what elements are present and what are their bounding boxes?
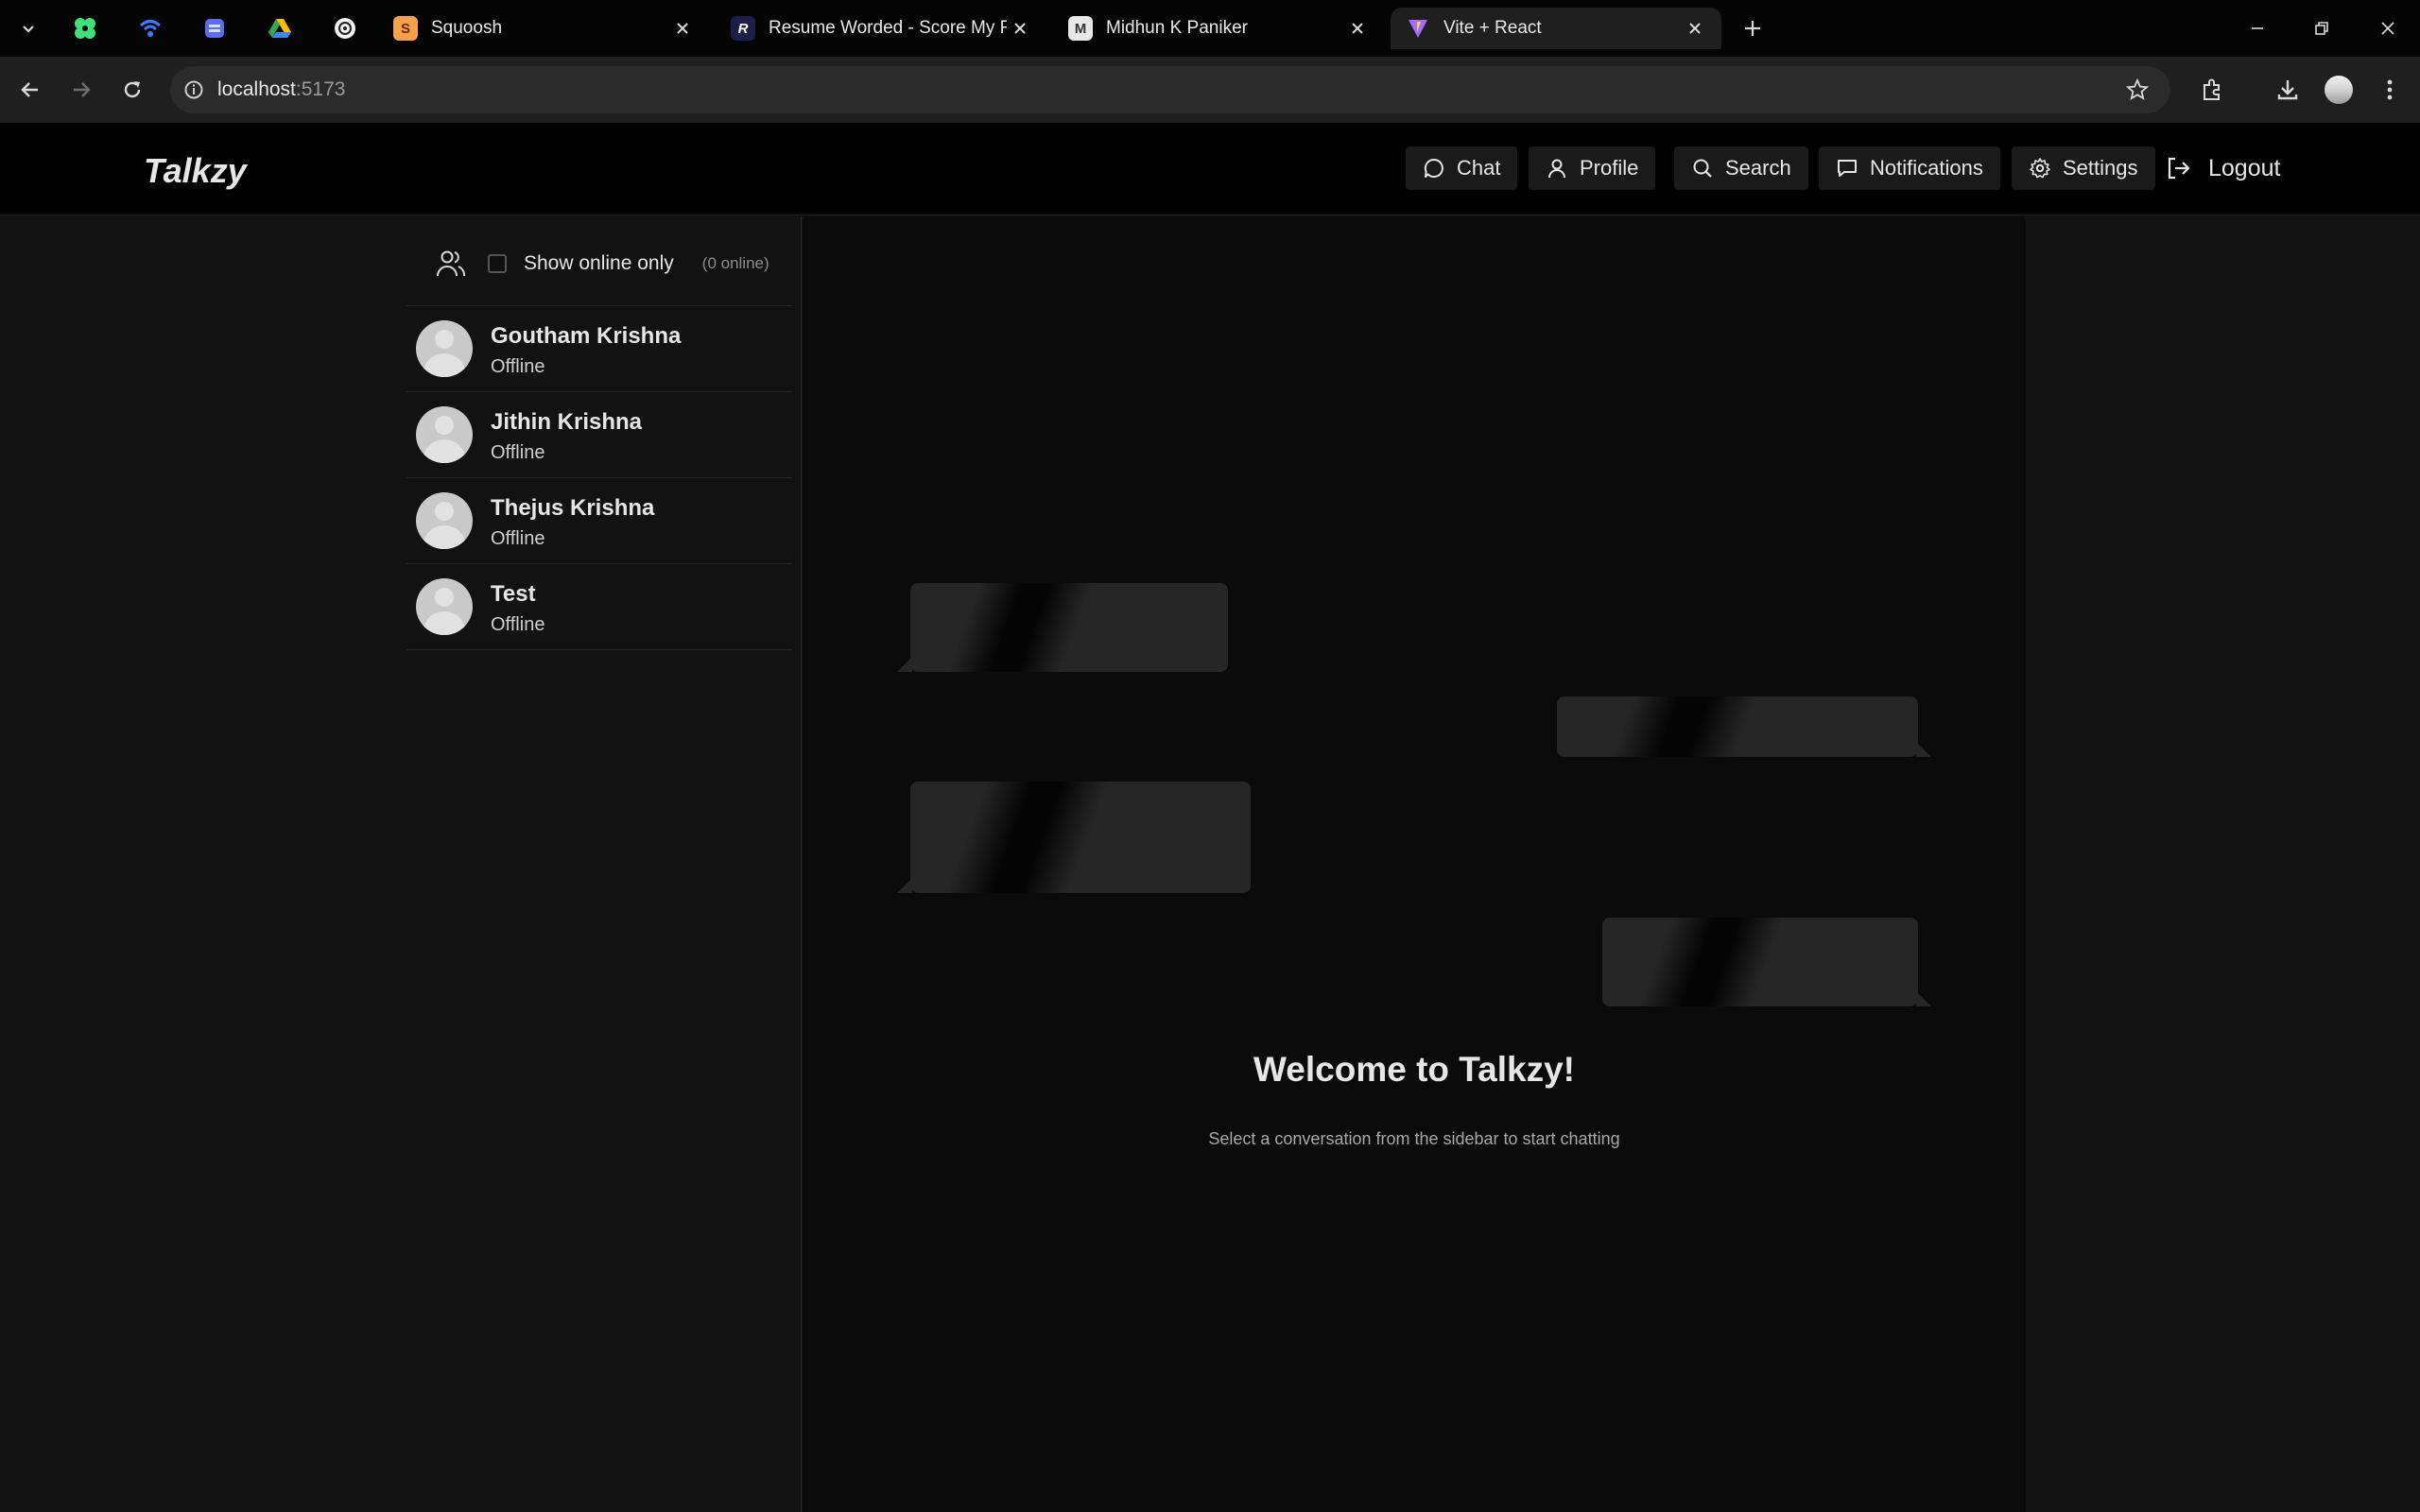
profile-avatar[interactable] <box>2320 71 2358 109</box>
profile-avatar-icon: M <box>1068 16 1093 41</box>
welcome-subtitle: Select a conversation from the sidebar t… <box>1208 1129 1620 1148</box>
gear-icon <box>2030 158 2050 179</box>
close-window-icon[interactable] <box>2361 8 2414 49</box>
close-icon[interactable] <box>1007 15 1033 42</box>
figma-icon[interactable] <box>68 11 102 45</box>
welcome-title: Welcome to Talkzy! <box>1253 1050 1575 1089</box>
logout-icon <box>2168 157 2190 180</box>
nav-notifications-label: Notifications <box>1870 156 1983 180</box>
reload-icon[interactable] <box>113 71 151 109</box>
contact-item[interactable]: Thejus Krishna Offline <box>406 478 792 564</box>
browser-toolbar: localhost:5173 <box>0 57 2420 123</box>
avatar <box>416 406 473 463</box>
contact-item[interactable]: Jithin Krishna Offline <box>406 392 792 478</box>
contact-item[interactable]: Goutham Krishna Offline <box>406 306 792 392</box>
download-icon[interactable] <box>2269 71 2307 109</box>
docs-icon[interactable] <box>198 11 232 45</box>
contact-name: Test <box>491 581 536 607</box>
tab-vite-react[interactable]: Vite + React <box>1391 8 1721 49</box>
nav-settings-button[interactable]: Settings <box>2012 146 2155 190</box>
url-port: :5173 <box>295 78 346 100</box>
contact-list: Goutham Krishna Offline Jithin Krishna O… <box>406 306 792 650</box>
user-icon <box>1548 159 1565 179</box>
app-logo[interactable]: Talkzy <box>144 151 247 191</box>
wifi-icon[interactable] <box>133 11 167 45</box>
url-host: localhost <box>217 78 296 100</box>
online-count: (0 online) <box>701 254 769 272</box>
online-filter: Show online only (0 online) <box>435 245 769 283</box>
contact-name: Thejus Krishna <box>491 495 655 521</box>
chat-icon <box>1424 158 1443 178</box>
skeleton-bubble-right <box>1557 696 1931 757</box>
users-icon <box>437 250 466 277</box>
show-online-checkbox[interactable] <box>488 254 507 273</box>
contact-status: Offline <box>491 528 545 549</box>
right-gutter <box>2026 216 2420 1512</box>
nav-profile-label: Profile <box>1580 156 1639 180</box>
skeleton-bubble-left <box>897 782 1251 893</box>
contact-name: Jithin Krishna <box>491 409 643 435</box>
bookmark-star-icon[interactable] <box>2123 76 2152 104</box>
nav-search-button[interactable]: Search <box>1674 146 1808 190</box>
kebab-menu-icon[interactable] <box>2371 71 2409 109</box>
tab-search-icon[interactable] <box>13 13 43 43</box>
skeleton-bubble-left <box>897 583 1228 672</box>
minimize-icon[interactable] <box>2231 8 2284 49</box>
close-icon[interactable] <box>669 15 696 42</box>
close-icon[interactable] <box>1682 15 1708 42</box>
notification-icon <box>1838 160 1857 177</box>
chatgpt-icon[interactable] <box>328 11 362 45</box>
tab-resume-worded[interactable]: R Resume Worded - Score My Re <box>716 8 1046 49</box>
tab-title: Midhun K Paniker <box>1106 18 1248 38</box>
nav-settings-label: Settings <box>2063 156 2138 180</box>
nav-chat-button[interactable]: Chat <box>1406 146 1518 190</box>
contact-item[interactable]: Test Offline <box>406 564 792 650</box>
skeleton-bubble-right <box>1602 918 1931 1006</box>
address-bar[interactable]: localhost:5173 <box>170 66 2170 113</box>
tab-title: Resume Worded - Score My Re <box>769 18 1007 38</box>
drive-icon[interactable] <box>263 11 297 45</box>
show-online-label[interactable]: Show online only <box>524 252 674 275</box>
contact-status: Offline <box>491 356 545 377</box>
browser-tab-strip: S Squoosh R Resume Worded - Score My Re … <box>0 0 2420 57</box>
close-icon[interactable] <box>1344 15 1371 42</box>
resume-worded-icon: R <box>731 16 755 41</box>
new-tab-icon[interactable] <box>1736 11 1770 45</box>
site-info-icon[interactable] <box>170 79 217 100</box>
search-icon <box>1693 159 1712 178</box>
squoosh-icon: S <box>393 16 418 41</box>
back-icon[interactable] <box>11 71 49 109</box>
tab-title: Vite + React <box>1443 18 1542 38</box>
contacts-sidebar: Show online only (0 online) Goutham Kris… <box>0 216 802 1512</box>
logout-button[interactable]: Logout <box>2165 146 2280 190</box>
vite-icon <box>1406 16 1430 41</box>
avatar <box>416 578 473 635</box>
url-text: localhost:5173 <box>217 78 345 101</box>
restore-icon[interactable] <box>2295 8 2348 49</box>
contact-status: Offline <box>491 614 545 635</box>
app-header: Talkzy Chat Profile Search Notifications… <box>0 123 2420 215</box>
chat-placeholder-area: Welcome to Talkzy! Select a conversation… <box>803 216 2026 1512</box>
avatar <box>416 320 473 377</box>
tab-squoosh[interactable]: S Squoosh <box>378 8 709 49</box>
logout-label: Logout <box>2208 154 2281 181</box>
tab-midhun[interactable]: M Midhun K Paniker <box>1053 8 1384 49</box>
nav-search-label: Search <box>1725 156 1791 180</box>
nav-notifications-button[interactable]: Notifications <box>1819 146 2000 190</box>
avatar <box>416 492 473 549</box>
extensions-icon[interactable] <box>2193 71 2231 109</box>
nav-profile-button[interactable]: Profile <box>1529 146 1656 190</box>
forward-icon[interactable] <box>62 71 100 109</box>
contact-name: Goutham Krishna <box>491 323 682 349</box>
contact-status: Offline <box>491 442 545 463</box>
tab-title: Squoosh <box>431 18 503 38</box>
nav-chat-label: Chat <box>1457 156 1501 180</box>
